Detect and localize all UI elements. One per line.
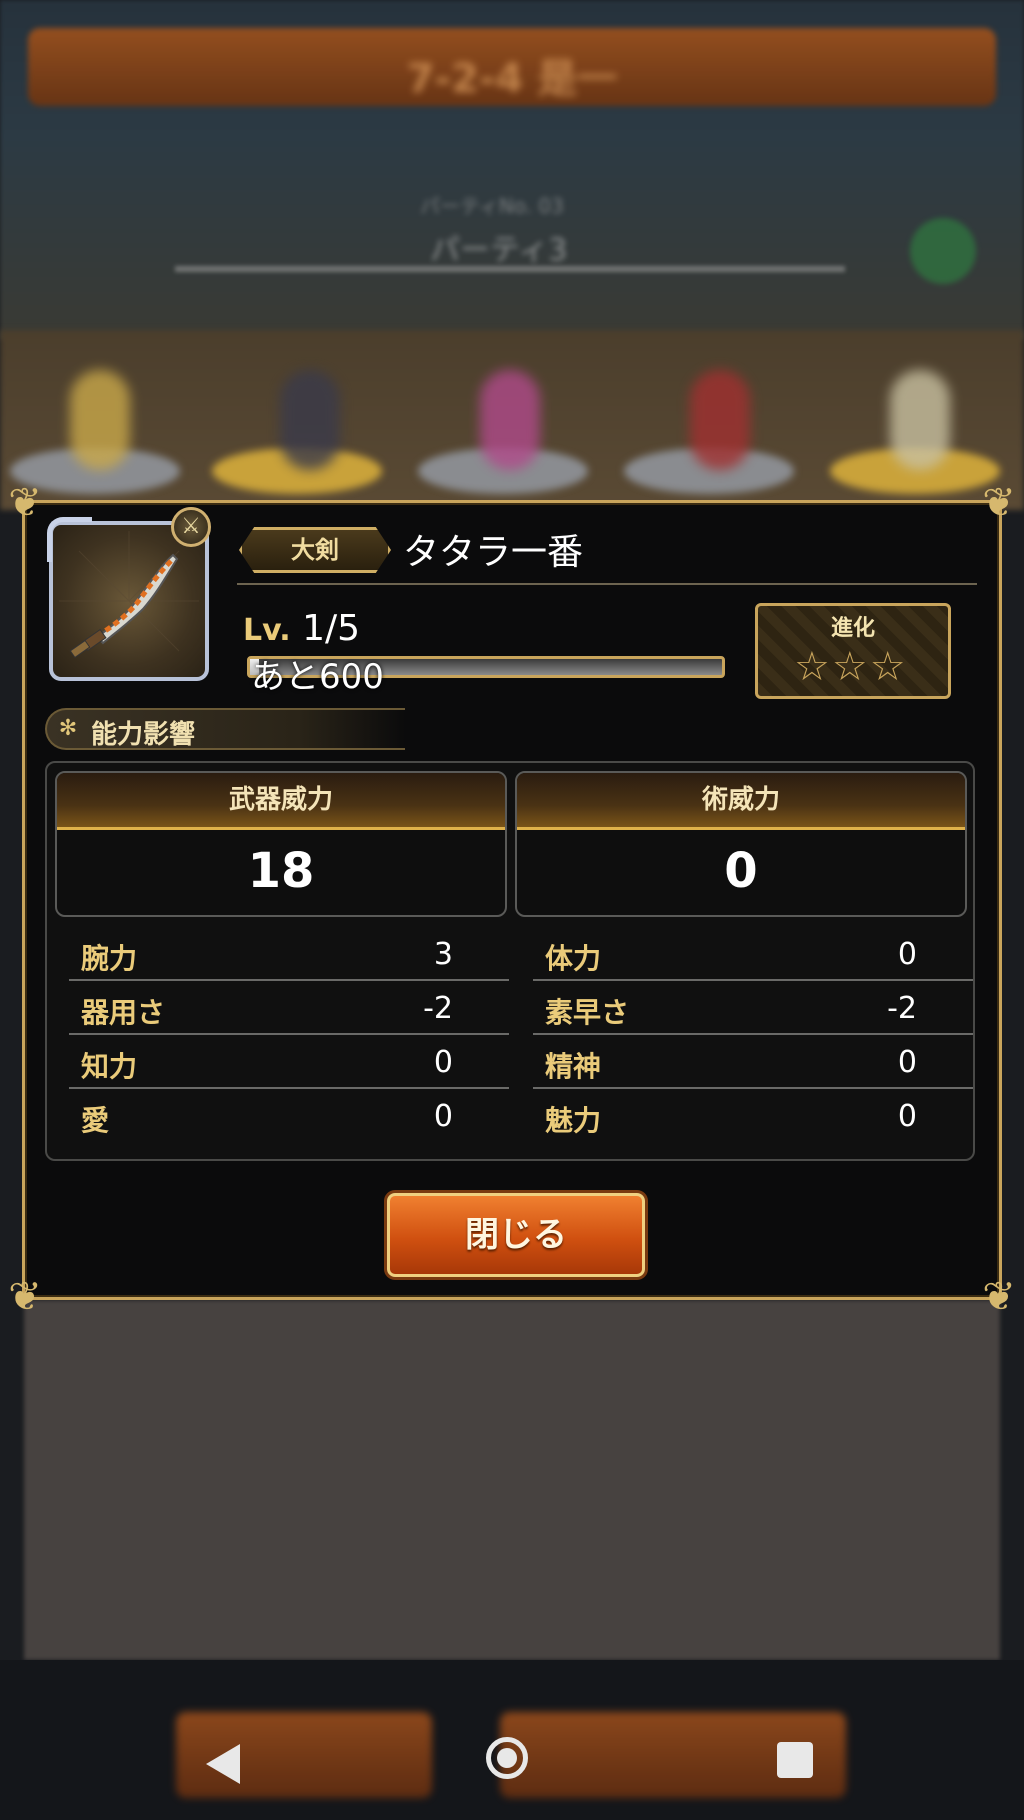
magic-power-box: 術威力 0 [515, 771, 967, 917]
stat-label: 魅力 [545, 1104, 602, 1137]
stat-divider [533, 1087, 973, 1089]
rarity-swirl-icon [47, 517, 92, 562]
stat-row: 器用さ -2 [69, 983, 509, 1035]
stat-label: 体力 [545, 942, 602, 975]
stat-value: 3 [433, 937, 453, 972]
stat-label: 知力 [81, 1050, 138, 1083]
level-prefix: Lv. [243, 613, 291, 648]
stat-divider [69, 1087, 509, 1089]
stat-value: -2 [887, 991, 917, 1026]
stat-label: 腕力 [81, 942, 138, 975]
weapon-power-label: 武器威力 [57, 773, 505, 830]
ornament-corner-icon: ❦ [8, 480, 42, 526]
stat-row: 体力 0 [533, 929, 973, 981]
stat-divider [533, 1033, 973, 1035]
stat-row: 魅力 0 [533, 1091, 953, 1143]
back-icon[interactable] [206, 1744, 240, 1784]
magic-power-value: 0 [724, 843, 758, 899]
system-nav-bar [0, 1724, 1024, 1800]
stat-value: 0 [897, 1099, 917, 1134]
sword-badge-icon: ⚔ [171, 507, 211, 547]
stat-label: 素早さ [545, 996, 630, 1029]
section-title: 能力影響 [91, 720, 196, 750]
recent-apps-icon[interactable] [777, 1742, 813, 1778]
weapon-detail-dialog: ❦ ❦ ❦ ❦ ⚔ 大剣 タタラ一番 Lv. 1/5 あと600 進化 ☆☆☆ … [8, 481, 1016, 1319]
stat-divider [533, 979, 973, 981]
evolution-label: 進化 [830, 616, 875, 641]
stat-row: 素早さ -2 [533, 983, 973, 1035]
stat-row: 知力 0 [69, 1037, 509, 1089]
stat-row: 腕力 3 [69, 929, 509, 981]
background-refresh-icon [910, 218, 976, 284]
stat-value: -2 [423, 991, 453, 1026]
character-sprite [70, 370, 130, 470]
ornament-corner-icon: ❦ [982, 480, 1016, 526]
background-header-title: 7-2-4 是一 [406, 56, 618, 102]
character-sprite [280, 370, 340, 470]
background-party-name: パーティ3 [430, 233, 568, 268]
weapon-name: タタラ一番 [403, 532, 584, 573]
gear-icon: ✻ [58, 716, 78, 741]
character-sprite [480, 370, 540, 470]
home-icon[interactable] [486, 1737, 528, 1779]
stat-divider [69, 1033, 509, 1035]
name-divider [237, 583, 977, 585]
weapon-power-value: 18 [247, 843, 315, 899]
ornament-corner-icon: ❦ [8, 1274, 42, 1320]
background-divider [175, 266, 845, 272]
stat-label: 愛 [81, 1104, 110, 1137]
close-button[interactable]: 閉じる [387, 1193, 645, 1277]
stat-row: 精神 0 [533, 1037, 973, 1089]
evolution-panel: 進化 ☆☆☆ [755, 603, 951, 699]
weapon-type-tag: 大剣 [239, 527, 391, 573]
background-lower-panel [24, 1300, 1000, 1660]
character-sprite [890, 370, 950, 470]
weapon-power-box: 武器威力 18 [55, 771, 507, 917]
stat-row: 愛 0 [69, 1091, 489, 1143]
character-sprite [690, 370, 750, 470]
weapon-level: Lv. 1/5 [243, 608, 360, 649]
section-header: ✻ 能力影響 [45, 708, 405, 750]
magic-power-label: 術威力 [517, 773, 965, 830]
stat-value: 0 [897, 937, 917, 972]
stat-divider [69, 979, 509, 981]
stat-label: 器用さ [81, 996, 166, 1029]
level-value: 1/5 [302, 608, 361, 649]
ornament-corner-icon: ❦ [982, 1274, 1016, 1320]
stat-value: 0 [897, 1045, 917, 1080]
stat-value: 0 [433, 1045, 453, 1080]
exp-remaining: あと600 [251, 657, 384, 697]
stats-panel: 武器威力 18 術威力 0 腕力 3 器用さ -2 知力 0 愛 0 体力 0 … [45, 761, 975, 1161]
evolution-stars-icon: ☆☆☆ [794, 644, 908, 690]
stat-value: 0 [433, 1099, 453, 1134]
stat-label: 精神 [545, 1050, 602, 1083]
background-party-number: パーティNo. 03 [420, 194, 564, 218]
